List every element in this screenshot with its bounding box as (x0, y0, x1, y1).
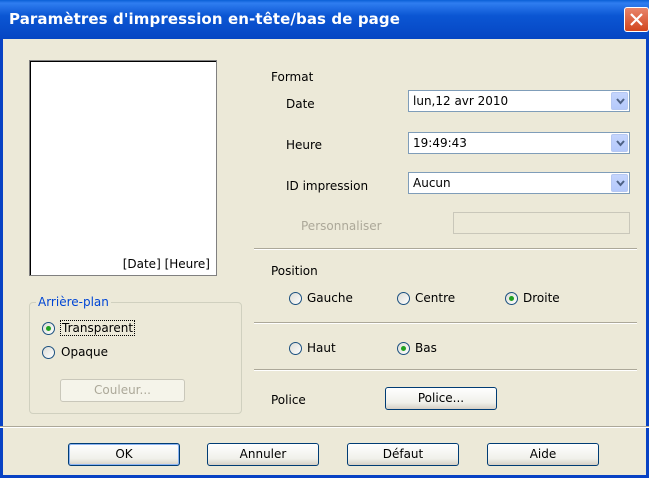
opaque-label[interactable]: Opaque (61, 345, 108, 359)
time-select[interactable]: 19:49:43 (408, 132, 630, 154)
date-value: lun,12 avr 2010 (413, 94, 509, 108)
customize-input[interactable] (453, 212, 630, 234)
top-radio[interactable] (289, 342, 302, 355)
preview-label: [Date] [Heure] (122, 257, 210, 271)
ok-button[interactable]: OK (68, 443, 180, 466)
divider (254, 369, 637, 371)
customize-label: Personnaliser (301, 219, 382, 233)
close-icon (630, 13, 643, 26)
help-button[interactable]: Aide (487, 443, 599, 466)
right-radio[interactable] (505, 292, 518, 305)
time-dropdown-button[interactable] (611, 134, 628, 152)
print-id-value: Aucun (413, 176, 451, 190)
page-preview: [Date] [Heure] (29, 60, 217, 276)
center-label[interactable]: Centre (415, 291, 455, 305)
transparent-radio[interactable] (42, 322, 55, 335)
center-radio[interactable] (397, 292, 410, 305)
bottom-radio[interactable] (397, 342, 410, 355)
right-label[interactable]: Droite (523, 291, 560, 305)
date-dropdown-button[interactable] (611, 92, 628, 110)
top-label[interactable]: Haut (307, 341, 336, 355)
print-id-label: ID impression (286, 179, 369, 193)
transparent-label[interactable]: Transparent (60, 320, 136, 336)
date-label: Date (286, 97, 315, 111)
time-label: Heure (286, 138, 323, 152)
position-heading: Position (271, 264, 318, 278)
default-button[interactable]: Défaut (347, 443, 459, 466)
font-label: Police (271, 393, 306, 407)
font-button[interactable]: Police... (385, 387, 497, 410)
footer-divider (0, 426, 649, 428)
background-legend: Arrière-plan (36, 295, 111, 309)
date-select[interactable]: lun,12 avr 2010 (408, 90, 630, 112)
cancel-button[interactable]: Annuler (207, 443, 319, 466)
divider (254, 248, 637, 250)
opaque-radio[interactable] (42, 346, 55, 359)
chevron-down-icon (616, 180, 625, 187)
close-button[interactable] (624, 7, 649, 32)
chevron-down-icon (616, 140, 625, 147)
format-heading: Format (271, 70, 314, 84)
left-label[interactable]: Gauche (307, 291, 353, 305)
color-button[interactable]: Couleur... (60, 379, 185, 402)
title-bar: Paramètres d'impression en-tête/bas de p… (0, 0, 649, 39)
left-radio[interactable] (289, 292, 302, 305)
window-title: Paramètres d'impression en-tête/bas de p… (9, 10, 400, 28)
time-value: 19:49:43 (413, 136, 467, 150)
divider (254, 322, 637, 324)
window-frame-left (0, 39, 3, 478)
print-id-dropdown-button[interactable] (611, 174, 628, 192)
bottom-label[interactable]: Bas (415, 341, 437, 355)
print-id-select[interactable]: Aucun (408, 172, 630, 194)
chevron-down-icon (616, 98, 625, 105)
